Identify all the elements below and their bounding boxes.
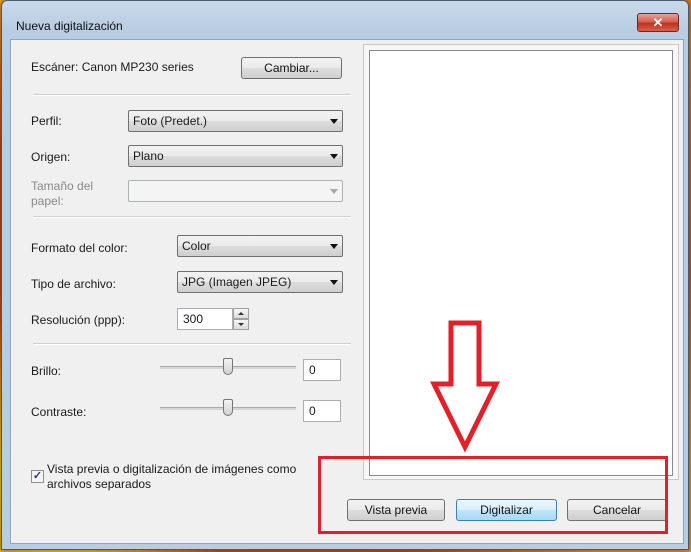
brightness-input[interactable]: 0: [303, 359, 341, 381]
color-format-value: Color: [182, 239, 211, 253]
close-button[interactable]: ✕: [637, 13, 679, 32]
separator: [33, 216, 351, 218]
title-bar: Nueva digitalización ✕: [2, 1, 688, 35]
profile-label: Perfil:: [31, 114, 62, 128]
source-value: Plano: [133, 149, 164, 163]
close-icon: ✕: [652, 15, 664, 30]
brightness-slider[interactable]: [160, 358, 296, 378]
chevron-down-icon: [330, 119, 338, 124]
file-type-value: JPG (Imagen JPEG): [182, 275, 292, 289]
highlight-box: [318, 456, 668, 534]
chevron-down-icon: [330, 280, 338, 285]
contrast-slider[interactable]: [160, 399, 296, 419]
slider-thumb[interactable]: [223, 358, 233, 375]
paper-size-select[interactable]: [128, 180, 343, 202]
preview-area: [369, 50, 673, 476]
resolution-input[interactable]: 300: [177, 308, 233, 330]
file-type-select[interactable]: JPG (Imagen JPEG): [177, 271, 343, 293]
contrast-label: Contraste:: [31, 405, 87, 419]
separator: [33, 94, 351, 96]
profile-value: Foto (Predet.): [133, 114, 208, 128]
preview-pane: [363, 44, 679, 480]
separator: [33, 343, 351, 345]
source-select[interactable]: Plano: [128, 145, 343, 167]
resolution-label: Resolución (ppp):: [31, 313, 126, 327]
color-format-select[interactable]: Color: [177, 235, 343, 257]
spin-up-icon[interactable]: [233, 308, 249, 319]
chevron-down-icon: [330, 189, 338, 194]
color-format-label: Formato del color:: [31, 241, 128, 255]
paper-size-label: Tamaño del papel:: [31, 179, 94, 208]
chevron-down-icon: [330, 154, 338, 159]
contrast-input[interactable]: 0: [303, 400, 341, 422]
separate-files-label: Vista previa o digitalización de imágene…: [47, 462, 297, 491]
scanner-label: Escáner: Canon MP230 series: [31, 60, 194, 74]
down-arrow-icon: [430, 320, 500, 453]
slider-thumb[interactable]: [223, 399, 233, 416]
resolution-spinner: [233, 308, 249, 330]
source-label: Origen:: [31, 150, 71, 164]
change-scanner-button[interactable]: Cambiar...: [241, 57, 342, 79]
window-title: Nueva digitalización: [16, 19, 123, 33]
chevron-down-icon: [330, 244, 338, 249]
brightness-label: Brillo:: [31, 364, 62, 378]
file-type-label: Tipo de archivo:: [31, 277, 116, 291]
separate-files-checkbox[interactable]: ✓: [31, 470, 44, 483]
profile-select[interactable]: Foto (Predet.): [128, 110, 343, 132]
spin-down-icon[interactable]: [233, 319, 249, 330]
